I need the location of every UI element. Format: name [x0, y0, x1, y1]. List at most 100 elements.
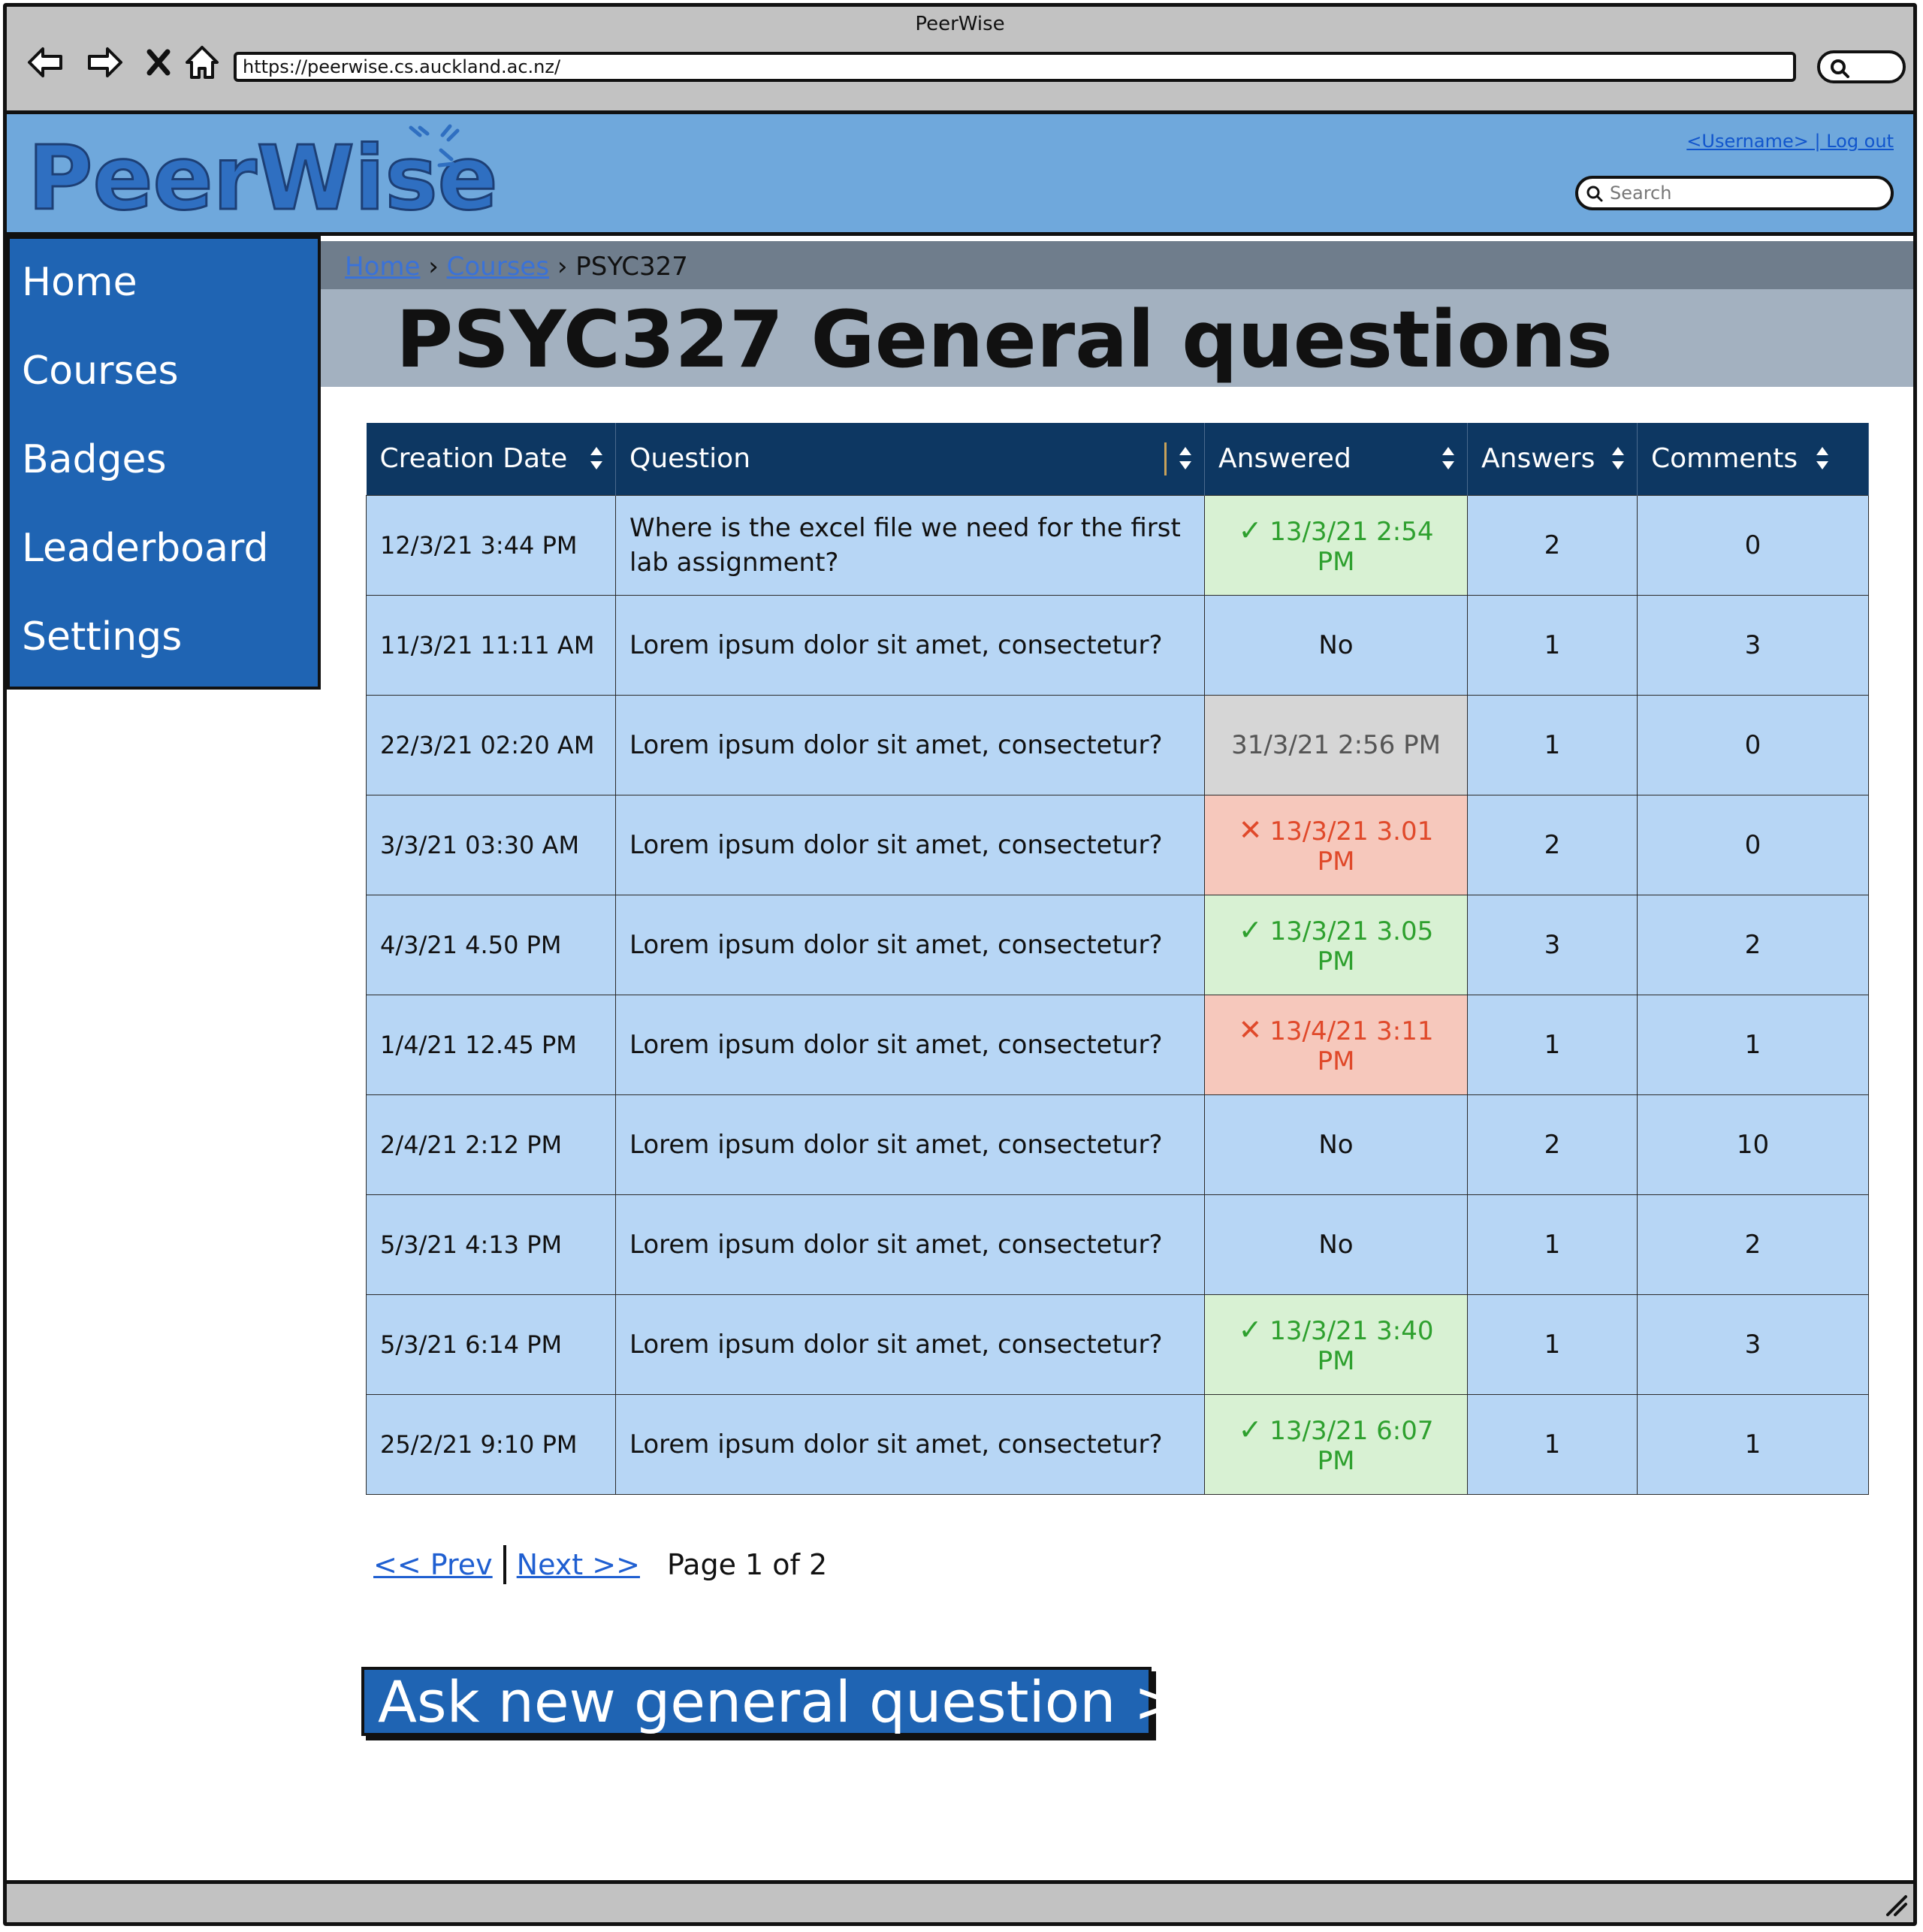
ask-new-question-button[interactable]: Ask new general question > — [361, 1667, 1182, 1736]
sort-icon[interactable] — [1610, 444, 1626, 472]
pagination: << Prev Next >> Page 1 of 2 — [373, 1545, 827, 1584]
cell-answered: ✓ 13/3/21 3:40 PM — [1204, 1294, 1468, 1395]
cell-creation-date: 5/3/21 4:13 PM — [366, 1194, 616, 1295]
sort-icon[interactable] — [1814, 444, 1831, 472]
window-title: PeerWise — [915, 13, 1005, 35]
cross-icon: ✕ — [1238, 1013, 1263, 1046]
cell-creation-date: 4/3/21 4.50 PM — [366, 894, 616, 995]
user-logout-link[interactable]: <Username> | Log out — [1686, 131, 1894, 152]
breadcrumb-separator-icon: › — [557, 252, 576, 282]
sidebar-item-badges[interactable]: Badges — [22, 437, 167, 482]
answered-value: 13/4/21 3:11 PM — [1269, 1016, 1434, 1076]
table-row[interactable]: 22/3/21 02:20 AM Lorem ipsum dolor sit am… — [366, 694, 1869, 795]
column-label: Answers — [1481, 443, 1595, 475]
column-header-question[interactable]: Question — [615, 423, 1205, 495]
table-row[interactable]: 4/3/21 4.50 PM Lorem ipsum dolor sit amet… — [366, 894, 1869, 995]
cell-creation-date: 22/3/21 02:20 AM — [366, 694, 616, 795]
sidebar-item-home[interactable]: Home — [22, 260, 137, 305]
cell-comments-count: 3 — [1637, 1294, 1869, 1395]
column-header-answered[interactable]: Answered — [1204, 423, 1468, 495]
sidebar-nav: Home Courses Badges Leaderboard Settings — [7, 236, 321, 690]
sidebar-item-settings[interactable]: Settings — [22, 614, 182, 660]
table-row[interactable]: 2/4/21 2:12 PM Lorem ipsum dolor sit amet… — [366, 1094, 1869, 1195]
address-bar[interactable]: https://peerwise.cs.auckland.ac.nz/ — [234, 52, 1796, 82]
stop-icon[interactable] — [136, 40, 181, 85]
cell-question-link[interactable]: Lorem ipsum dolor sit amet, consectetur? — [615, 1294, 1205, 1395]
cell-question-link[interactable]: Lorem ipsum dolor sit amet, consectetur? — [615, 994, 1205, 1095]
browser-toolbar: PeerWise https://peerwise.cs.auckland.ac… — [7, 7, 1913, 114]
table-row[interactable]: 3/3/21 03:30 AM Lorem ipsum dolor sit ame… — [366, 794, 1869, 895]
cell-answers-count: 2 — [1467, 494, 1638, 596]
cell-comments-count: 0 — [1637, 694, 1869, 795]
cell-creation-date: 1/4/21 12.45 PM — [366, 994, 616, 1095]
cell-comments-count: 2 — [1637, 894, 1869, 995]
cell-question-link[interactable]: Lorem ipsum dolor sit amet, consectetur? — [615, 894, 1205, 995]
check-icon: ✓ — [1238, 1312, 1263, 1346]
cell-question-link[interactable]: Lorem ipsum dolor sit amet, consectetur? — [615, 1393, 1205, 1495]
home-icon[interactable] — [180, 40, 225, 85]
app-header: PeerWise <Username> | Log out Search — [7, 114, 1913, 236]
cell-comments-count: 2 — [1637, 1194, 1869, 1295]
browser-search-button[interactable] — [1817, 50, 1906, 83]
sort-icon[interactable] — [1440, 444, 1457, 472]
table-body: 12/3/21 3:44 PM Where is the excel file w… — [366, 494, 1869, 1495]
table-row[interactable]: 25/2/21 9:10 PM Lorem ipsum dolor sit ame… — [366, 1393, 1869, 1495]
next-page-link[interactable]: Next >> — [517, 1548, 640, 1581]
browser-window: PeerWise https://peerwise.cs.auckland.ac… — [3, 3, 1917, 1926]
cell-question-link[interactable]: Lorem ipsum dolor sit amet, consectetur? — [615, 794, 1205, 895]
breadcrumb-courses-link[interactable]: Courses — [447, 252, 549, 282]
cell-answers-count: 2 — [1467, 1094, 1638, 1195]
cell-comments-count: 0 — [1637, 794, 1869, 895]
cell-creation-date: 11/3/21 11:11 AM — [366, 594, 616, 696]
cell-question-link[interactable]: Lorem ipsum dolor sit amet, consectetur? — [615, 694, 1205, 795]
cell-answers-count: 1 — [1467, 1393, 1638, 1495]
column-label: Answered — [1218, 443, 1351, 475]
cell-answered: 31/3/21 2:56 PM — [1204, 694, 1468, 795]
breadcrumb-home-link[interactable]: Home — [345, 252, 420, 282]
cell-question-link[interactable]: Lorem ipsum dolor sit amet, consectetur? — [615, 1094, 1205, 1195]
answered-value: 13/3/21 6:07 PM — [1269, 1415, 1434, 1476]
page-title: PSYC327 General questions — [396, 294, 1613, 385]
column-header-comments[interactable]: Comments — [1637, 423, 1869, 495]
breadcrumb-current: PSYC327 — [575, 252, 688, 282]
column-label: Question — [629, 443, 751, 475]
cell-answers-count: 1 — [1467, 1294, 1638, 1395]
table-row[interactable]: 5/3/21 6:14 PM Lorem ipsum dolor sit amet… — [366, 1294, 1869, 1395]
table-row[interactable]: 11/3/21 11:11 AM Lorem ipsum dolor sit am… — [366, 594, 1869, 696]
column-resize-handle[interactable] — [1164, 442, 1167, 475]
check-icon: ✓ — [1238, 1412, 1263, 1446]
cross-icon: ✕ — [1238, 813, 1263, 847]
cell-creation-date: 3/3/21 03:30 AM — [366, 794, 616, 895]
sort-icon[interactable] — [1177, 444, 1194, 472]
back-icon[interactable] — [23, 40, 68, 85]
cell-answers-count: 1 — [1467, 994, 1638, 1095]
page-indicator: Page 1 of 2 — [666, 1548, 828, 1581]
cell-creation-date: 12/3/21 3:44 PM — [366, 494, 616, 596]
cell-question-link[interactable]: Lorem ipsum dolor sit amet, consectetur? — [615, 1194, 1205, 1295]
browser-status-bar — [7, 1880, 1913, 1922]
check-icon: ✓ — [1238, 513, 1263, 547]
column-header-answers[interactable]: Answers — [1467, 423, 1638, 495]
cell-answered: ✓ 13/3/21 2:54 PM — [1204, 494, 1468, 596]
cell-answered: ✕ 13/3/21 3.01 PM — [1204, 794, 1468, 895]
cell-question-link[interactable]: Lorem ipsum dolor sit amet, consectetur? — [615, 594, 1205, 696]
search-icon — [1586, 186, 1603, 202]
sort-icon[interactable] — [588, 444, 605, 472]
sidebar-item-courses[interactable]: Courses — [22, 349, 179, 394]
resize-grip-icon[interactable] — [1883, 1892, 1909, 1918]
table-row[interactable]: 1/4/21 12.45 PM Lorem ipsum dolor sit ame… — [366, 994, 1869, 1095]
cell-answered: No — [1204, 1194, 1468, 1295]
forward-icon[interactable] — [82, 40, 127, 85]
prev-page-link[interactable]: << Prev — [373, 1548, 493, 1581]
pagination-divider — [503, 1545, 506, 1584]
column-header-creation-date[interactable]: Creation Date — [366, 423, 616, 495]
table-row[interactable]: 5/3/21 4:13 PM Lorem ipsum dolor sit amet… — [366, 1194, 1869, 1295]
sidebar-item-leaderboard[interactable]: Leaderboard — [22, 526, 268, 571]
breadcrumb: Home › Courses › PSYC327 — [321, 241, 1913, 289]
cell-creation-date: 5/3/21 6:14 PM — [366, 1294, 616, 1395]
search-input[interactable]: Search — [1575, 176, 1894, 210]
answered-value: 13/3/21 3:40 PM — [1269, 1315, 1434, 1376]
cell-question-link[interactable]: Where is the excel file we need for the … — [615, 494, 1205, 596]
table-row[interactable]: 12/3/21 3:44 PM Where is the excel file w… — [366, 494, 1869, 596]
answered-value: No — [1318, 1229, 1354, 1260]
